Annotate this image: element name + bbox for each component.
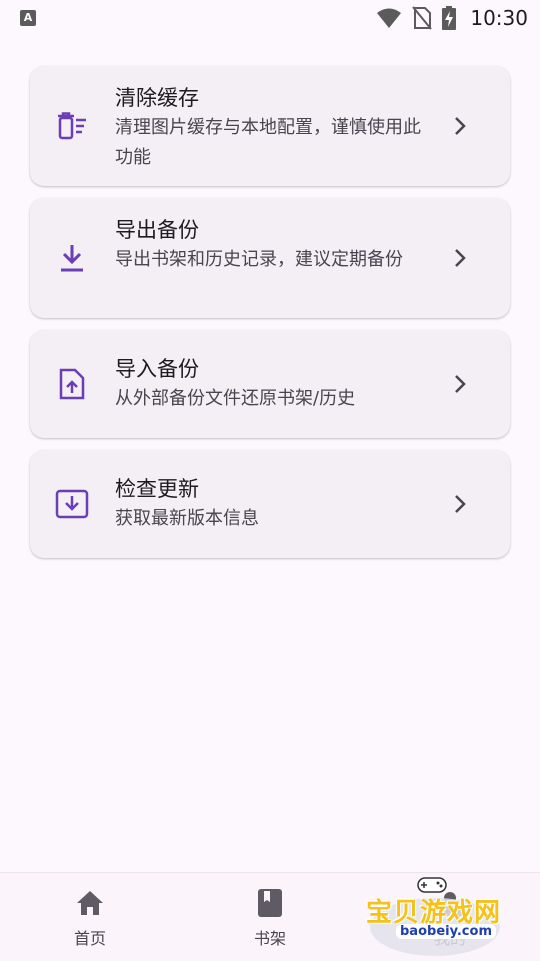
- watermark: 宝贝游戏网 baobeiy.com: [356, 872, 540, 960]
- no-sim-icon: [412, 6, 433, 30]
- upload-file-icon: [54, 366, 90, 402]
- system-update-icon: [54, 486, 90, 522]
- clock: 10:30: [470, 6, 528, 30]
- card-title: 清除缓存: [115, 86, 199, 110]
- wifi-icon: [377, 8, 402, 28]
- settings-list: 清除缓存 清理图片缓存与本地配置，谨慎使用此功能 导出备份 导出书架和历史记录，…: [30, 66, 510, 570]
- card-text: 检查更新 获取最新版本信息: [115, 474, 430, 534]
- card-description: 导出书架和历史记录，建议定期备份: [115, 249, 403, 270]
- import-backup-card[interactable]: 导入备份 从外部备份文件还原书架/历史: [30, 330, 510, 438]
- card-description: 获取最新版本信息: [115, 508, 259, 529]
- card-description: 清理图片缓存与本地配置，谨慎使用此功能: [115, 117, 421, 168]
- card-title: 检查更新: [115, 477, 199, 501]
- status-icons: 10:30: [376, 0, 528, 36]
- gamepad-icon: [417, 877, 447, 893]
- status-bar: A 10:30: [0, 0, 540, 36]
- card-text: 导入备份 从外部备份文件还原书架/历史: [115, 354, 430, 414]
- clear-cache-card[interactable]: 清除缓存 清理图片缓存与本地配置，谨慎使用此功能: [30, 66, 510, 186]
- watermark-url: baobeiy.com: [396, 924, 496, 939]
- check-update-card[interactable]: 检查更新 获取最新版本信息: [30, 450, 510, 558]
- card-title: 导出备份: [115, 218, 199, 242]
- chevron-right-icon: [455, 117, 466, 135]
- chevron-right-icon: [455, 249, 466, 267]
- clear-all-icon: [54, 108, 90, 144]
- battery-charging-icon: [442, 6, 457, 30]
- nav-label: 书架: [253, 929, 286, 948]
- chevron-right-icon: [455, 495, 466, 513]
- export-backup-card[interactable]: 导出备份 导出书架和历史记录，建议定期备份: [30, 198, 510, 318]
- card-description: 从外部备份文件还原书架/历史: [115, 388, 356, 409]
- nav-item-home[interactable]: 首页: [30, 887, 150, 949]
- card-text: 导出备份 导出书架和历史记录，建议定期备份: [115, 215, 430, 275]
- app-notification-icon: A: [20, 10, 36, 26]
- card-title: 导入备份: [115, 357, 199, 381]
- download-icon: [54, 240, 90, 276]
- card-text: 清除缓存 清理图片缓存与本地配置，谨慎使用此功能: [115, 83, 430, 173]
- nav-item-bookshelf[interactable]: 书架: [210, 887, 330, 949]
- nav-label: 首页: [73, 929, 106, 948]
- home-icon: [30, 887, 150, 919]
- chevron-right-icon: [455, 375, 466, 393]
- book-icon: [210, 887, 330, 919]
